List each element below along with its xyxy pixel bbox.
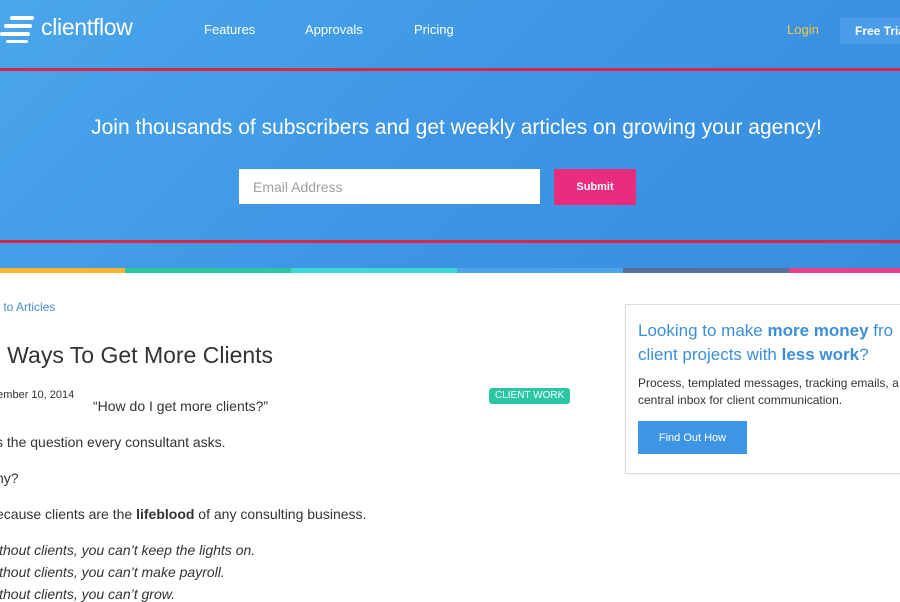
color-bar-segment bbox=[457, 268, 623, 273]
heading-text: fro bbox=[868, 321, 894, 340]
email-address-input[interactable] bbox=[239, 169, 540, 204]
nav-link-features[interactable]: Features bbox=[204, 22, 255, 37]
back-to-articles-link[interactable]: ck to Articles bbox=[0, 300, 55, 314]
color-bar-segment bbox=[125, 268, 291, 273]
article-quote: “How do I get more clients?” bbox=[93, 398, 269, 414]
clientflow-logo-icon bbox=[0, 16, 34, 43]
article-date: ptember 10, 2014 bbox=[0, 389, 75, 401]
heading-text: client projects with bbox=[638, 345, 782, 364]
decorative-color-bar bbox=[0, 268, 900, 273]
subscribe-banner: clientflow Features Approvals Pricing Lo… bbox=[0, 0, 900, 273]
top-navigation: clientflow Features Approvals Pricing Lo… bbox=[0, 0, 900, 60]
article-title: 3 Ways To Get More Clients bbox=[0, 342, 274, 368]
promo-card: Looking to make more money fro client pro… bbox=[625, 304, 900, 474]
category-badge[interactable]: CLIENT WORK bbox=[489, 388, 571, 404]
article-paragraph: hy? bbox=[0, 470, 19, 486]
logo-wordmark: clientflow bbox=[41, 14, 133, 40]
promo-card-body: Process, templated messages, tracking em… bbox=[638, 376, 899, 407]
paragraph-text: of any consulting business. bbox=[194, 506, 367, 522]
login-link[interactable]: Login bbox=[787, 22, 819, 37]
subscribe-tagline: Join thousands of subscribers and get we… bbox=[91, 116, 822, 139]
emphasis-lifeblood: lifeblood bbox=[136, 506, 195, 522]
heading-text: ? bbox=[859, 345, 869, 364]
nav-link-pricing[interactable]: Pricing bbox=[414, 22, 454, 37]
bottom-red-stripe bbox=[0, 240, 900, 243]
nav-link-approvals[interactable]: Approvals bbox=[305, 22, 363, 37]
find-out-how-button[interactable]: Find Out How bbox=[638, 421, 747, 454]
article-paragraph: ecause clients are the lifeblood of any … bbox=[0, 506, 366, 522]
top-red-stripe bbox=[0, 68, 900, 71]
italic-line: ithout clients, you can’t keep the light… bbox=[0, 542, 256, 558]
paragraph-text: ecause clients are the bbox=[0, 506, 137, 522]
color-bar-segment bbox=[0, 268, 125, 273]
heading-text: Looking to make bbox=[638, 321, 768, 340]
promo-card-heading: Looking to make more money fro client pro… bbox=[638, 319, 900, 367]
free-trial-button[interactable]: Free Trial bbox=[840, 18, 900, 44]
italic-line: ithout clients, you can’t make payroll. bbox=[0, 564, 225, 580]
color-bar-segment bbox=[291, 268, 457, 273]
heading-emphasis: less work bbox=[781, 345, 860, 364]
color-bar-segment bbox=[623, 268, 789, 273]
color-bar-segment bbox=[789, 268, 900, 273]
article-paragraph: s the question every consultant asks. bbox=[0, 434, 226, 450]
submit-button[interactable]: Submit bbox=[554, 169, 636, 205]
heading-emphasis: more money bbox=[767, 321, 869, 340]
